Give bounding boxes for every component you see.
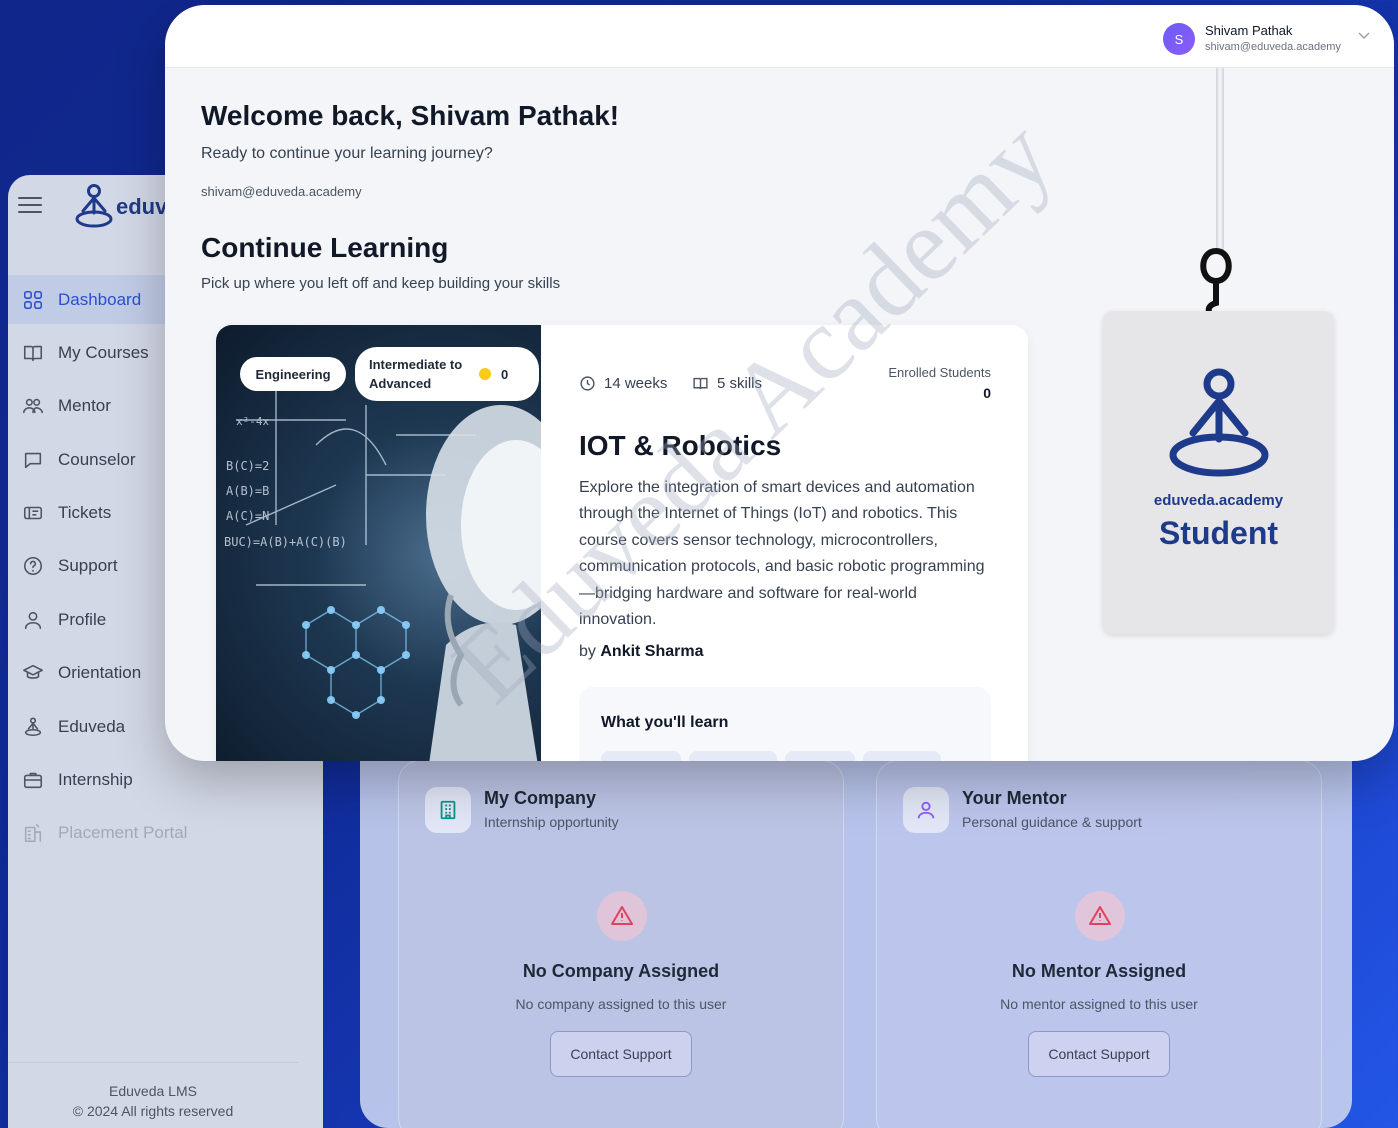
building-icon <box>24 824 42 843</box>
company-card-subtitle: Internship opportunity <box>484 814 619 830</box>
rating-value: 0 <box>501 366 509 382</box>
menu-icon[interactable] <box>18 197 42 215</box>
enrolled-label: Enrolled Students <box>888 365 991 380</box>
skills-text: 5 skills <box>717 375 763 392</box>
sidebar-item-label: Tickets <box>58 503 112 523</box>
company-card: My Company Internship opportunity No Com… <box>398 760 844 1128</box>
sidebar-item-label: Support <box>58 556 118 576</box>
course-title[interactable]: IOT & Robotics <box>579 430 781 462</box>
user-icon <box>903 787 949 833</box>
contact-support-button[interactable]: Contact Support <box>550 1031 692 1077</box>
avatar[interactable]: S <box>1163 23 1195 55</box>
user-icon <box>24 611 42 629</box>
skill-chip <box>863 751 941 761</box>
skill-chip <box>785 751 855 761</box>
ticket-icon <box>23 506 43 520</box>
by-prefix: by <box>579 643 596 660</box>
building-icon <box>425 787 471 833</box>
duration-text: 14 weeks <box>604 375 668 392</box>
svg-text:x²-4x: x²-4x <box>236 415 269 428</box>
sidebar-item-label: Mentor <box>58 396 111 416</box>
brand-name: eduv <box>116 194 168 219</box>
rating-dot-icon <box>479 368 491 380</box>
enrolled-count: 0 <box>983 385 991 401</box>
footer-copyright: © 2024 All rights reserved <box>72 1103 234 1119</box>
meditation-logo-icon <box>1169 368 1269 477</box>
meditation-logo-icon <box>75 184 113 228</box>
user-email: shivam@eduveda.academy <box>1205 41 1341 53</box>
sidebar-item-label: Eduveda <box>58 716 126 736</box>
no-company-title: No Company Assigned <box>522 961 720 981</box>
no-company-subtitle: No company assigned to this user <box>515 996 727 1012</box>
user-name[interactable]: Shivam Pathak <box>1205 23 1292 38</box>
top-bar: S Shivam Pathak shivam@eduveda.academy <box>165 5 1394 68</box>
course-skills: 5 skills <box>692 375 762 392</box>
what-you-learn-box: What you'll learn <box>579 687 991 761</box>
id-card-role: Student <box>1158 515 1279 551</box>
page-title: Welcome back, Shivam Pathak! <box>201 100 620 131</box>
welcome-subtitle: Ready to continue your learning journey? <box>201 145 493 162</box>
briefcase-icon <box>23 772 43 789</box>
mentor-card-title: Your Mentor <box>962 788 1067 808</box>
continue-learning-title: Continue Learning <box>201 232 449 263</box>
meditation-icon <box>24 717 42 736</box>
sidebar-item-label: My Courses <box>58 342 149 362</box>
sidebar-item-placement-portal: Placement Portal <box>8 809 323 858</box>
svg-text:A(C)=N: A(C)=N <box>226 509 269 523</box>
level-text: Intermediate to Advanced <box>369 357 463 391</box>
contact-support-button[interactable]: Contact Support <box>1028 1031 1170 1077</box>
course-duration: 14 weeks <box>579 375 667 392</box>
instructor-name: Ankit Sharma <box>600 643 704 660</box>
continue-learning-subtitle: Pick up where you left off and keep buil… <box>201 275 561 292</box>
skill-chip <box>601 751 681 761</box>
help-icon <box>23 557 43 576</box>
users-icon <box>23 399 43 414</box>
sidebar-item-label: Internship <box>58 770 133 790</box>
warning-icon <box>1075 891 1125 941</box>
no-mentor-subtitle: No mentor assigned to this user <box>1000 996 1198 1012</box>
clock-icon <box>580 376 595 391</box>
level-badge: Intermediate to Advanced 0 <box>355 347 539 401</box>
course-card[interactable]: B(C)=2 A(B)=B A(C)=N BUC)=A(B)+A(C)(B) x… <box>216 325 1028 761</box>
bottom-panel: My Company Internship opportunity No Com… <box>360 700 1352 1128</box>
course-instructor: by Ankit Sharma <box>579 643 704 661</box>
skill-chip <box>689 751 777 761</box>
chat-icon <box>24 452 42 468</box>
chevron-down-icon[interactable] <box>1358 32 1370 40</box>
brand-logo[interactable]: eduv <box>74 183 167 231</box>
id-card-domain: eduveda.academy <box>1153 492 1284 509</box>
svg-text:B(C)=2: B(C)=2 <box>226 459 269 473</box>
course-image: B(C)=2 A(B)=B A(C)=N BUC)=A(B)+A(C)(B) x… <box>216 325 541 761</box>
sidebar-item-label: Profile <box>58 609 107 629</box>
course-description: Explore the integration of smart devices… <box>579 479 985 629</box>
graduation-cap-icon <box>23 665 43 680</box>
sidebar-footer: Eduveda LMS © 2024 All rights reserved <box>8 1062 298 1128</box>
svg-text:BUC)=A(B)+A(C)(B): BUC)=A(B)+A(C)(B) <box>224 535 347 549</box>
category-badge: Engineering <box>240 357 346 391</box>
sidebar-item-internship[interactable]: Internship <box>8 756 323 805</box>
dashboard-window: S Shivam Pathak shivam@eduveda.academy W… <box>165 5 1394 761</box>
sidebar-item-label: Orientation <box>58 663 142 683</box>
warning-icon <box>597 891 647 941</box>
book-icon <box>693 377 708 390</box>
mentor-card-subtitle: Personal guidance & support <box>962 814 1142 830</box>
no-mentor-title: No Mentor Assigned <box>1011 961 1187 981</box>
sidebar-item-label: Placement Portal <box>58 823 188 843</box>
sidebar-item-label: Dashboard <box>58 289 142 309</box>
footer-app-name: Eduveda LMS <box>109 1083 197 1099</box>
svg-text:A(B)=B: A(B)=B <box>226 484 269 498</box>
welcome-email: shivam@eduveda.academy <box>201 184 362 199</box>
grid-icon <box>23 290 43 309</box>
mentor-card: Your Mentor Personal guidance & support … <box>876 760 1322 1128</box>
sidebar-item-label: Counselor <box>58 449 136 469</box>
lanyard-strap <box>1216 68 1224 253</box>
what-you-learn-title: What you'll learn <box>601 714 729 731</box>
book-icon <box>23 345 43 362</box>
student-id-card: eduveda.academy Student <box>1103 311 1334 634</box>
company-card-title: My Company <box>484 788 597 808</box>
